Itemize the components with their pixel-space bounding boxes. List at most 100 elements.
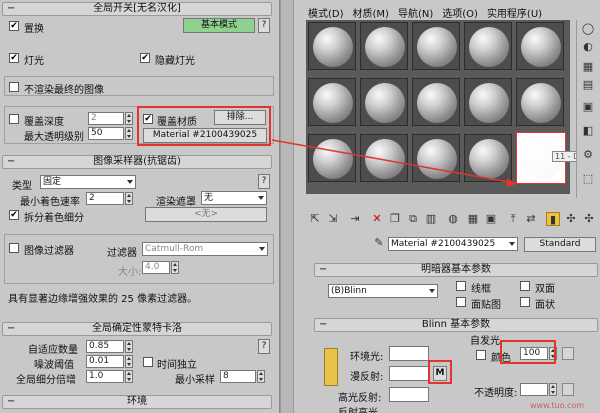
options-icon[interactable]: ⚙: [581, 148, 595, 162]
blinn-basic-rollout[interactable]: − Blinn 基本参数: [314, 318, 598, 332]
sample-slot[interactable]: [412, 134, 460, 182]
image-sampler-rollout[interactable]: − 图像采样器(抗锯齿): [2, 155, 272, 169]
render-mask-dropdown[interactable]: 无: [201, 191, 267, 205]
sample-slot[interactable]: [308, 22, 356, 70]
menu-utilities[interactable]: 实用程序(U): [487, 9, 542, 20]
override-depth-field[interactable]: 2: [88, 112, 124, 125]
sample-slot[interactable]: [360, 22, 408, 70]
sample-slot[interactable]: [516, 78, 564, 126]
go-forward-sibling-icon[interactable]: ⇄: [524, 212, 538, 226]
get-material-icon[interactable]: ⇱: [308, 212, 322, 226]
standard-type-button[interactable]: Standard: [524, 237, 596, 252]
menu-mode[interactable]: 模式(D): [308, 9, 344, 20]
material-map-navigator-icon[interactable]: ▮: [546, 212, 560, 226]
max-transparency-field[interactable]: 50: [88, 127, 124, 140]
min-samples-field[interactable]: 8: [220, 370, 256, 383]
lights-checkbox[interactable]: ✔: [9, 53, 19, 63]
override-depth-checkbox[interactable]: [9, 114, 19, 124]
reset-icon[interactable]: ✕: [370, 212, 384, 226]
put-to-scene-icon[interactable]: ⇲: [326, 212, 340, 226]
basic-mode-button[interactable]: 基本模式: [183, 18, 255, 33]
adaptive-amount-spinner[interactable]: [125, 340, 133, 353]
lock-ambient-diffuse-icon[interactable]: [324, 348, 338, 386]
wire-checkbox[interactable]: [456, 281, 466, 291]
min-samples-spinner[interactable]: [257, 370, 265, 383]
sampler-type-dropdown[interactable]: 固定: [40, 175, 136, 189]
max-transparency-spinner[interactable]: [125, 127, 133, 140]
menu-navigation[interactable]: 导航(N): [398, 9, 433, 20]
noise-threshold-spinner[interactable]: [125, 355, 133, 368]
self-illum-color-checkbox[interactable]: [476, 350, 486, 360]
noise-threshold-field[interactable]: 0.01: [86, 355, 124, 368]
sample-slot[interactable]: [464, 134, 512, 182]
show-end-result-icon[interactable]: ▣: [484, 212, 498, 226]
material-sphere: [469, 83, 509, 123]
override-depth-spinner[interactable]: [125, 112, 133, 125]
menu-options[interactable]: 选项(O): [442, 9, 478, 20]
faceted-checkbox[interactable]: [520, 297, 530, 307]
help-button[interactable]: ?: [258, 18, 270, 33]
none-mask-button[interactable]: <无>: [145, 207, 267, 222]
make-preview-icon[interactable]: ◧: [581, 124, 595, 138]
sample-slot[interactable]: [412, 78, 460, 126]
material-sphere: [417, 83, 457, 123]
show-map-icon[interactable]: ▦: [466, 212, 480, 226]
make-unique-icon[interactable]: ⧉: [406, 212, 420, 226]
sample-slot[interactable]: [360, 134, 408, 182]
select-by-material-icon[interactable]: ⬚: [581, 172, 595, 186]
help-button[interactable]: ?: [258, 339, 270, 354]
assign-to-selection-icon[interactable]: ⇥: [348, 212, 362, 226]
eyedropper-icon[interactable]: ✎: [372, 236, 386, 250]
global-switches-rollout[interactable]: − 全局开关[无名汉化]: [2, 2, 272, 16]
specular-color-swatch[interactable]: [389, 387, 429, 402]
split-shading-checkbox[interactable]: ✔: [9, 210, 19, 220]
face-map-checkbox[interactable]: [456, 297, 466, 307]
more-icon[interactable]: ✣: [582, 212, 596, 226]
uv-tiling-icon[interactable]: ▤: [581, 78, 595, 92]
help-button[interactable]: ?: [258, 174, 270, 189]
video-color-check-icon[interactable]: ▣: [581, 100, 595, 114]
global-subdiv-field[interactable]: 1.0: [86, 370, 124, 383]
sample-slot[interactable]: [308, 78, 356, 126]
go-to-parent-icon[interactable]: ⤒: [506, 212, 520, 226]
global-dmc-rollout[interactable]: − 全局确定性蒙特卡洛: [2, 322, 272, 336]
min-shading-rate-field[interactable]: 2: [86, 192, 124, 205]
opacity-map-button[interactable]: [562, 383, 574, 396]
sample-slot[interactable]: [516, 22, 564, 70]
backlight-icon[interactable]: ◐: [581, 40, 595, 54]
no-final-render-checkbox[interactable]: [9, 82, 19, 92]
environment-rollout[interactable]: − 环境: [2, 395, 272, 409]
material-id-icon[interactable]: ◍: [446, 212, 460, 226]
time-independent-checkbox[interactable]: [143, 357, 153, 367]
opacity-field[interactable]: [520, 383, 548, 396]
global-subdiv-spinner[interactable]: [125, 370, 133, 383]
sample-type-icon[interactable]: ◯: [581, 22, 595, 36]
displacement-checkbox[interactable]: ✔: [9, 21, 19, 31]
hidden-lights-checkbox[interactable]: ✔: [140, 53, 150, 63]
ambient-color-swatch[interactable]: [389, 346, 429, 361]
sample-slot[interactable]: [464, 78, 512, 126]
opacity-spinner[interactable]: [549, 383, 557, 396]
shader-type-dropdown[interactable]: (B)Blinn: [328, 284, 438, 298]
self-illum-map-button[interactable]: [562, 347, 574, 360]
dropdown-value: Catmull-Rom: [145, 244, 204, 254]
material-name-field[interactable]: Material #2100439025: [388, 237, 518, 251]
adaptive-amount-field[interactable]: 0.85: [86, 340, 124, 353]
filter-dropdown[interactable]: Catmull-Rom: [142, 242, 268, 256]
copy-material-icon[interactable]: ❐: [388, 212, 402, 226]
min-shading-rate-spinner[interactable]: [125, 192, 133, 205]
menu-material[interactable]: 材质(M): [353, 9, 389, 20]
sample-slot[interactable]: [360, 78, 408, 126]
image-filter-checkbox[interactable]: [9, 243, 19, 253]
filter-size-field[interactable]: 4.0: [142, 261, 170, 274]
sample-slot[interactable]: [464, 22, 512, 70]
background-icon[interactable]: ▦: [581, 60, 595, 74]
pick-material-icon[interactable]: ✣: [564, 212, 578, 226]
put-to-library-icon[interactable]: ▥: [424, 212, 438, 226]
filter-size-spinner[interactable]: [171, 261, 179, 274]
diffuse-color-swatch[interactable]: [389, 366, 429, 381]
two-sided-checkbox[interactable]: [520, 281, 530, 291]
sample-slot[interactable]: [308, 134, 356, 182]
sample-slot[interactable]: [412, 22, 460, 70]
shader-basic-rollout[interactable]: − 明暗器基本参数: [314, 263, 598, 277]
